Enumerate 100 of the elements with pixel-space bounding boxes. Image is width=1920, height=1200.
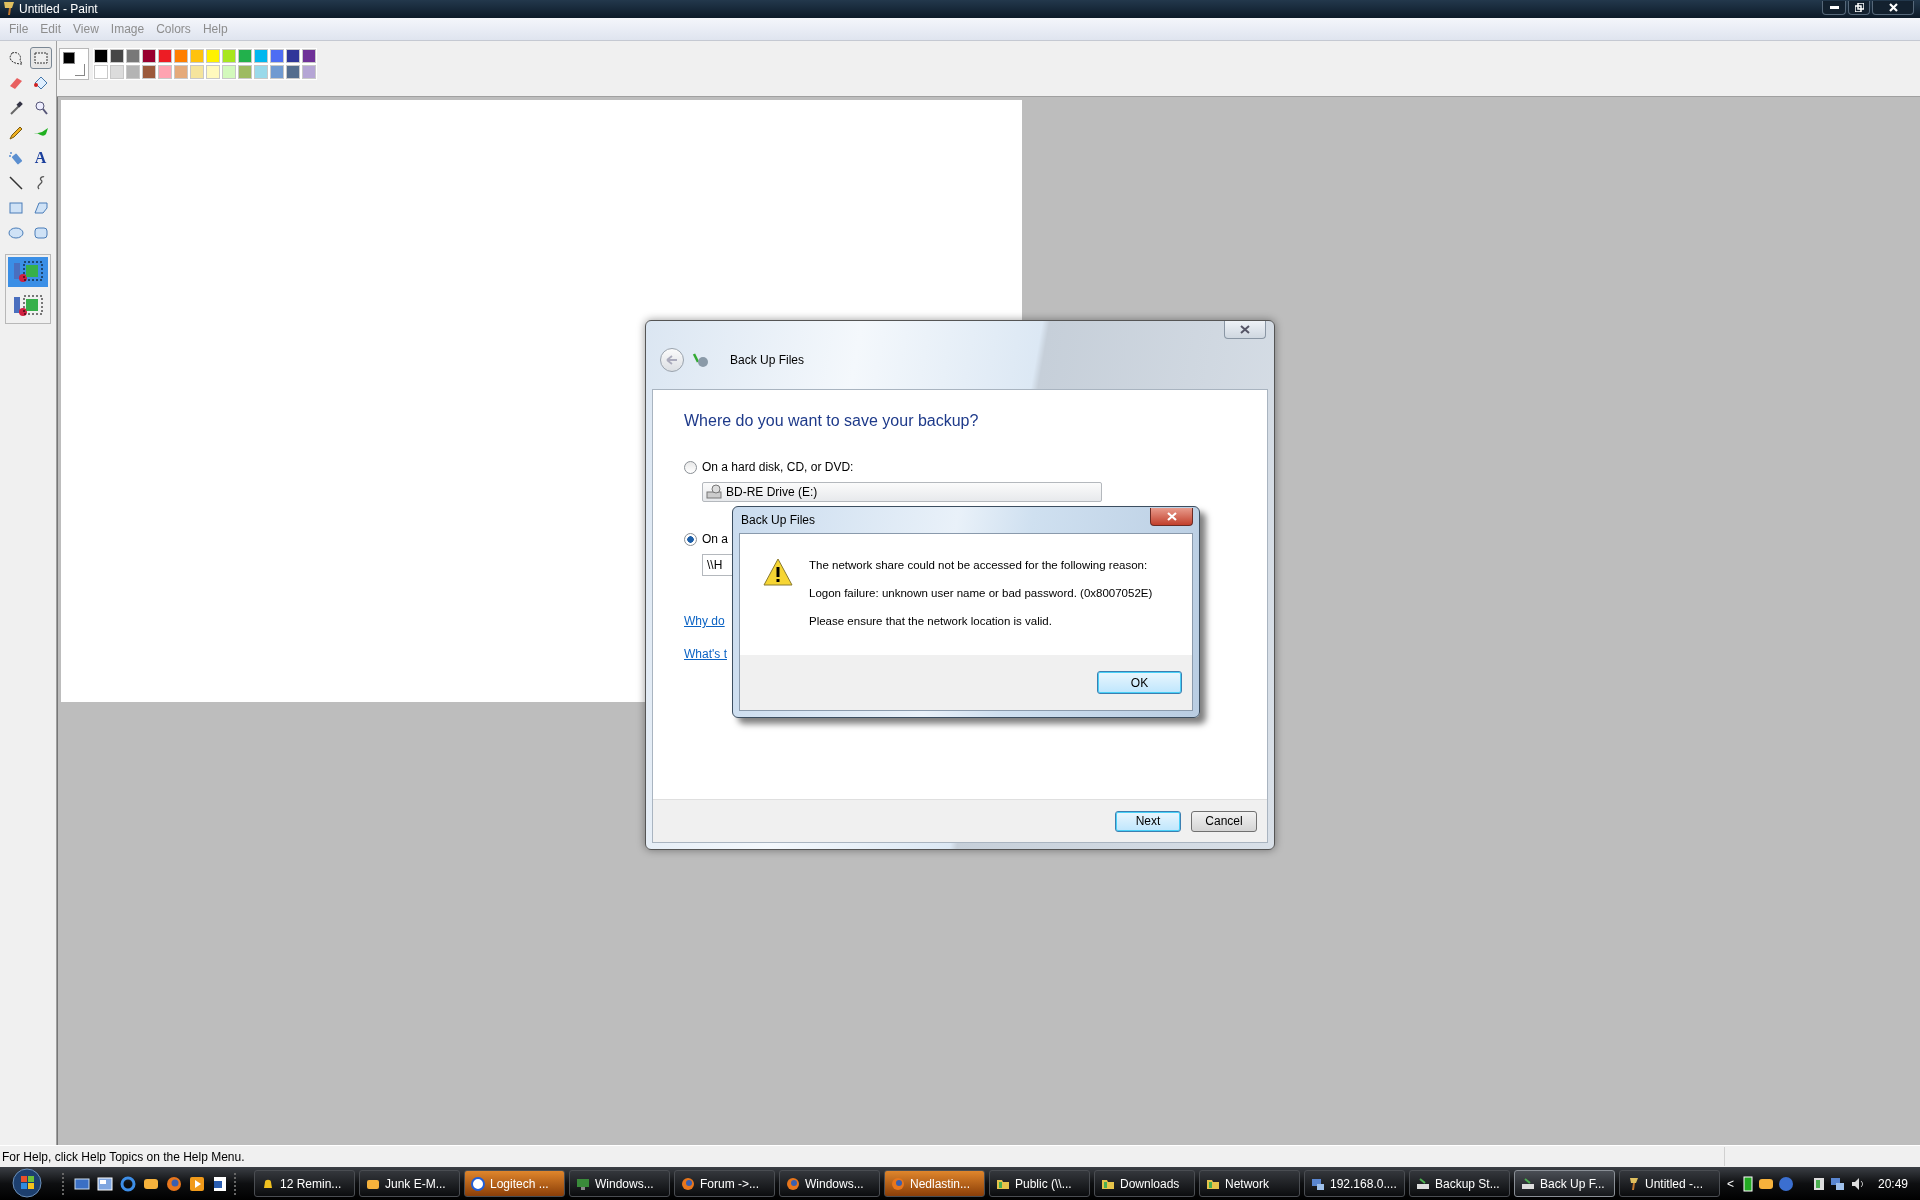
- color-swatch[interactable]: [302, 49, 316, 63]
- magnifier-icon: [32, 100, 49, 116]
- message-text: Logon failure: unknown user name or bad password. (0x8007052E): [809, 587, 1153, 599]
- color-swatch[interactable]: [142, 65, 156, 79]
- color-swatch[interactable]: [286, 49, 300, 63]
- message-text: Please ensure that the network location is valid.: [809, 615, 1053, 627]
- brush-icon: [3, 2, 15, 16]
- color-swatch[interactable]: [206, 49, 220, 63]
- taskbar-button[interactable]: Public (\\...: [989, 1170, 1090, 1197]
- taskbar-button[interactable]: Downloads: [1094, 1170, 1195, 1197]
- rectangle-icon: [7, 200, 24, 216]
- color-swatch[interactable]: [190, 65, 204, 79]
- circle-icon: [471, 1176, 485, 1191]
- color-swatch[interactable]: [238, 65, 252, 79]
- close-button[interactable]: [1872, 1, 1914, 15]
- pencil-icon: [7, 125, 24, 141]
- color-swatch[interactable]: [126, 49, 140, 63]
- tray-expand-button[interactable]: <: [1722, 1176, 1738, 1191]
- circle-icon[interactable]: [1777, 1175, 1794, 1192]
- close-button[interactable]: [1224, 321, 1266, 339]
- start-orb-icon: [12, 1167, 42, 1198]
- taskbar-button[interactable]: 192.168.0....: [1304, 1170, 1405, 1197]
- taskbar-button[interactable]: Untitled -...: [1619, 1170, 1720, 1197]
- color-swatch[interactable]: [174, 65, 188, 79]
- globe-icon: [891, 1176, 905, 1191]
- color-swatch[interactable]: [94, 65, 108, 79]
- quick-launch-button[interactable]: [120, 1175, 136, 1192]
- taskbar-button[interactable]: Network: [1199, 1170, 1300, 1197]
- ellipse-icon: [7, 225, 24, 241]
- device-icon[interactable]: [1811, 1175, 1826, 1192]
- transparency-option[interactable]: [8, 257, 48, 287]
- color-swatch[interactable]: [110, 65, 124, 79]
- desktop-icon: [74, 1175, 90, 1192]
- color-swatch[interactable]: [126, 65, 140, 79]
- foreground-color-swatch[interactable]: [63, 52, 75, 64]
- color-swatch[interactable]: [206, 65, 220, 79]
- color-swatch[interactable]: [222, 49, 236, 63]
- battery-icon[interactable]: [1741, 1175, 1754, 1192]
- window-title: Back Up Files: [730, 353, 805, 367]
- quick-launch-button[interactable]: [166, 1175, 182, 1192]
- help-link[interactable]: Why do: [684, 614, 725, 628]
- dialog-button[interactable]: Next: [1115, 810, 1181, 832]
- radio-button[interactable]: [684, 460, 697, 474]
- warning-icon: [763, 558, 793, 586]
- taskbar-button[interactable]: 12 Remin...: [254, 1170, 355, 1197]
- close-button[interactable]: [1150, 508, 1193, 526]
- quick-launch-button[interactable]: [189, 1175, 205, 1192]
- option-label: On a hard disk, CD, or DVD:: [702, 460, 854, 474]
- quick-launch-button[interactable]: [74, 1175, 90, 1192]
- color-swatch[interactable]: [94, 49, 108, 63]
- close-icon: [1240, 325, 1250, 334]
- color-swatch[interactable]: [270, 49, 284, 63]
- color-swatch[interactable]: [158, 65, 172, 79]
- drive-dropdown[interactable]: BD-RE Drive (E:): [702, 482, 1102, 502]
- shapes-icon: [12, 294, 44, 318]
- taskbar-button[interactable]: Logitech ...: [464, 1170, 565, 1197]
- rounded-rectangle-icon: [32, 225, 49, 241]
- quick-launch-button[interactable]: [212, 1175, 228, 1192]
- taskbar-button[interactable]: Junk E-M...: [359, 1170, 460, 1197]
- taskbar-button[interactable]: Windows...: [779, 1170, 880, 1197]
- document-icon: [212, 1175, 228, 1192]
- clock[interactable]: 20:49: [1877, 1176, 1908, 1191]
- taskbar-button[interactable]: Forum ->...: [674, 1170, 775, 1197]
- globe-icon: [166, 1175, 182, 1192]
- help-link[interactable]: What's t: [684, 647, 727, 661]
- color-swatch[interactable]: [270, 65, 284, 79]
- ok-button[interactable]: OK: [1097, 671, 1182, 694]
- taskbar-button[interactable]: Back Up F...: [1514, 1170, 1615, 1197]
- quick-launch-button[interactable]: [97, 1175, 113, 1192]
- heading: Where do you want to save your backup?: [684, 412, 980, 430]
- color-swatch[interactable]: [254, 65, 268, 79]
- color-swatch[interactable]: [286, 65, 300, 79]
- taskbar-button[interactable]: Nedlastin...: [884, 1170, 985, 1197]
- computer-icon: [1311, 1176, 1325, 1191]
- taskbar-button[interactable]: Windows...: [569, 1170, 670, 1197]
- color-swatch[interactable]: [238, 49, 252, 63]
- color-swatch[interactable]: [142, 49, 156, 63]
- color-swatch[interactable]: [158, 49, 172, 63]
- restore-button[interactable]: [1848, 1, 1870, 15]
- radio-button[interactable]: [684, 532, 697, 546]
- minimize-button[interactable]: [1822, 1, 1846, 15]
- windows-icon: [97, 1175, 113, 1192]
- color-swatch[interactable]: [254, 49, 268, 63]
- color-swatch[interactable]: [190, 49, 204, 63]
- globe-icon: [681, 1176, 695, 1191]
- color-swatch[interactable]: [110, 49, 124, 63]
- message-text: The network share could not be accessed for the following reason:: [809, 559, 1149, 571]
- dialog-button[interactable]: Cancel: [1191, 810, 1257, 832]
- back-button[interactable]: [660, 348, 684, 372]
- taskbar-button[interactable]: Backup St...: [1409, 1170, 1510, 1197]
- network-icon[interactable]: [1829, 1175, 1846, 1192]
- drive-icon: [706, 484, 722, 500]
- fill-bucket-icon: [32, 75, 49, 91]
- free-select-icon: [7, 50, 24, 66]
- color-swatch[interactable]: [302, 65, 316, 79]
- dialog-title: Back Up Files: [741, 513, 816, 527]
- color-swatch[interactable]: [174, 49, 188, 63]
- color-swatch[interactable]: [222, 65, 236, 79]
- tool-button[interactable]: A: [29, 147, 52, 169]
- drive-icon: [1416, 1176, 1430, 1191]
